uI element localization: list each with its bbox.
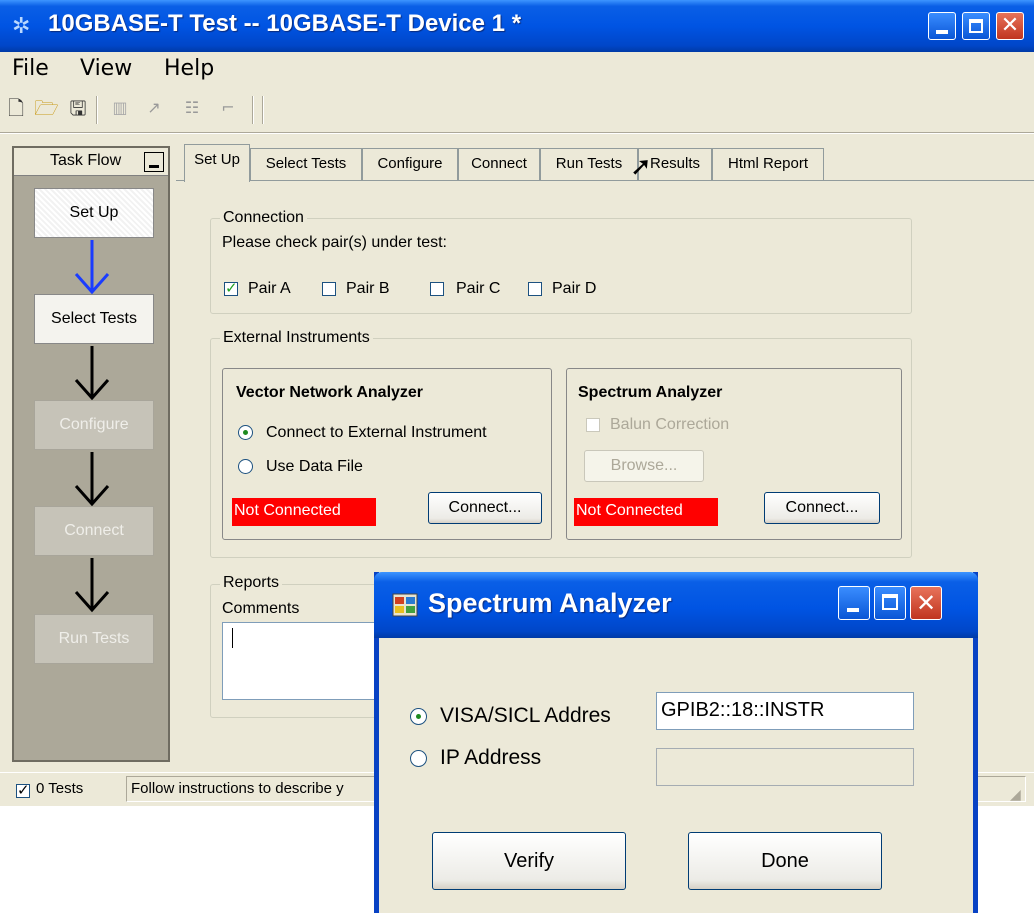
tab-connect[interactable]: Connect xyxy=(458,148,540,180)
balun-checkbox[interactable] xyxy=(586,418,600,432)
dialog-minimize-button[interactable] xyxy=(838,586,870,620)
connection-group xyxy=(210,218,912,314)
radio-dot-icon xyxy=(243,430,248,435)
menu-help[interactable]: Help xyxy=(164,56,214,81)
tab-configure[interactable]: Configure xyxy=(362,148,458,180)
vna-title: Vector Network Analyzer xyxy=(236,384,424,401)
vna-external-radio[interactable] xyxy=(238,425,253,440)
flow-arrow-icon xyxy=(74,240,110,295)
ip-address-input[interactable] xyxy=(656,748,914,786)
menu-file[interactable]: File xyxy=(12,56,49,81)
new-file-icon[interactable]: 🗋 xyxy=(4,94,28,122)
toolbar-separator xyxy=(96,96,98,124)
flow-arrow-icon xyxy=(74,558,110,613)
pair-a-label: Pair A xyxy=(248,280,291,297)
step-icon[interactable]: ⌐ xyxy=(216,94,240,122)
ip-label: IP Address xyxy=(440,746,542,769)
ip-radio[interactable] xyxy=(410,750,427,767)
chart-icon[interactable]: ▥ xyxy=(108,94,132,122)
minimize-icon xyxy=(149,165,159,168)
pair-b-label: Pair B xyxy=(346,280,390,297)
tab-setup[interactable]: Set Up xyxy=(184,144,250,182)
app-icon: ✲ xyxy=(12,13,31,38)
dialog-title: Spectrum Analyzer xyxy=(428,588,672,618)
toolbar-divider xyxy=(0,132,1034,134)
toolbar-separator xyxy=(262,96,264,124)
dialog-app-icon xyxy=(392,593,418,617)
pair-d-checkbox[interactable] xyxy=(528,282,542,296)
browse-button[interactable]: Browse... xyxy=(584,450,704,482)
dialog-maximize-button[interactable] xyxy=(874,586,906,620)
tests-count: 0 Tests xyxy=(36,780,84,797)
pair-d-label: Pair D xyxy=(552,280,597,297)
maximize-button[interactable] xyxy=(962,12,990,40)
verify-button[interactable]: Verify xyxy=(432,832,626,890)
task-flow-title: Task Flow xyxy=(50,152,122,169)
check-icon: ✓ xyxy=(17,781,30,799)
mouse-cursor-icon: ➚ xyxy=(630,152,652,182)
spectrum-title: Spectrum Analyzer xyxy=(578,384,723,401)
flow-arrow-icon xyxy=(74,452,110,507)
visa-label: VISA/SICL Addres xyxy=(440,704,611,727)
window-title: 10GBASE-T Test -- 10GBASE-T Device 1 * xyxy=(48,10,522,37)
external-instruments-legend: External Instruments xyxy=(220,329,373,347)
task-flow-minimize-button[interactable] xyxy=(144,152,164,172)
pair-instruction: Please check pair(s) under test: xyxy=(222,234,447,251)
tab-select-tests[interactable]: Select Tests xyxy=(250,148,362,180)
list-icon[interactable]: ☷ xyxy=(180,94,204,122)
visa-address-input[interactable]: GPIB2::18::INSTR xyxy=(656,692,914,730)
vna-status-badge: Not Connected xyxy=(232,498,376,526)
run-icon[interactable]: ↗ xyxy=(142,94,166,122)
taskflow-step-select-tests[interactable]: Select Tests xyxy=(34,294,154,344)
open-folder-icon[interactable]: 🗁 xyxy=(34,94,59,122)
resize-grip-icon[interactable]: ◢ xyxy=(1010,786,1021,803)
text-caret xyxy=(232,628,233,648)
menu-bar xyxy=(0,52,1034,88)
radio-dot-icon xyxy=(416,714,421,719)
dialog-close-button[interactable]: ✕ xyxy=(910,586,942,620)
close-icon: ✕ xyxy=(915,589,937,617)
tab-html-report[interactable]: Html Report xyxy=(712,148,824,180)
tests-checkbox[interactable]: ✓ xyxy=(16,781,30,799)
visa-radio[interactable] xyxy=(410,708,427,725)
pair-c-checkbox[interactable] xyxy=(430,282,444,296)
minimize-icon xyxy=(936,30,948,34)
vna-datafile-radio[interactable] xyxy=(238,459,253,474)
vna-external-label: Connect to External Instrument xyxy=(266,424,487,441)
toolbar-separator xyxy=(252,96,254,124)
done-button[interactable]: Done xyxy=(688,832,882,890)
pair-b-checkbox[interactable] xyxy=(322,282,336,296)
tab-strip-line xyxy=(176,180,1034,181)
maximize-icon xyxy=(882,594,898,610)
balun-label: Balun Correction xyxy=(610,416,730,433)
spectrum-connect-button[interactable]: Connect... xyxy=(764,492,880,524)
tab-run-tests[interactable]: Run Tests xyxy=(540,148,638,180)
minimize-button[interactable] xyxy=(928,12,956,40)
close-icon: ✕ xyxy=(1000,13,1020,38)
comments-label: Comments xyxy=(222,600,300,617)
reports-legend: Reports xyxy=(220,574,283,592)
minimize-icon xyxy=(847,608,859,612)
taskflow-step-run-tests[interactable]: Run Tests xyxy=(34,614,154,664)
pair-a-checkbox[interactable]: ✓ xyxy=(224,279,238,297)
check-icon: ✓ xyxy=(225,279,238,297)
close-button[interactable]: ✕ xyxy=(996,12,1024,40)
spectrum-status-badge: Not Connected xyxy=(574,498,718,526)
vna-datafile-label: Use Data File xyxy=(266,458,363,475)
taskflow-step-configure[interactable]: Configure xyxy=(34,400,154,450)
pair-c-label: Pair C xyxy=(456,280,501,297)
flow-arrow-icon xyxy=(74,346,110,401)
vna-connect-button[interactable]: Connect... xyxy=(428,492,542,524)
taskflow-step-connect[interactable]: Connect xyxy=(34,506,154,556)
taskflow-step-setup[interactable]: Set Up xyxy=(34,188,154,238)
connection-legend: Connection xyxy=(220,209,307,227)
save-icon[interactable]: 🖫 xyxy=(66,94,90,122)
maximize-icon xyxy=(969,19,983,33)
menu-view[interactable]: View xyxy=(80,56,132,81)
